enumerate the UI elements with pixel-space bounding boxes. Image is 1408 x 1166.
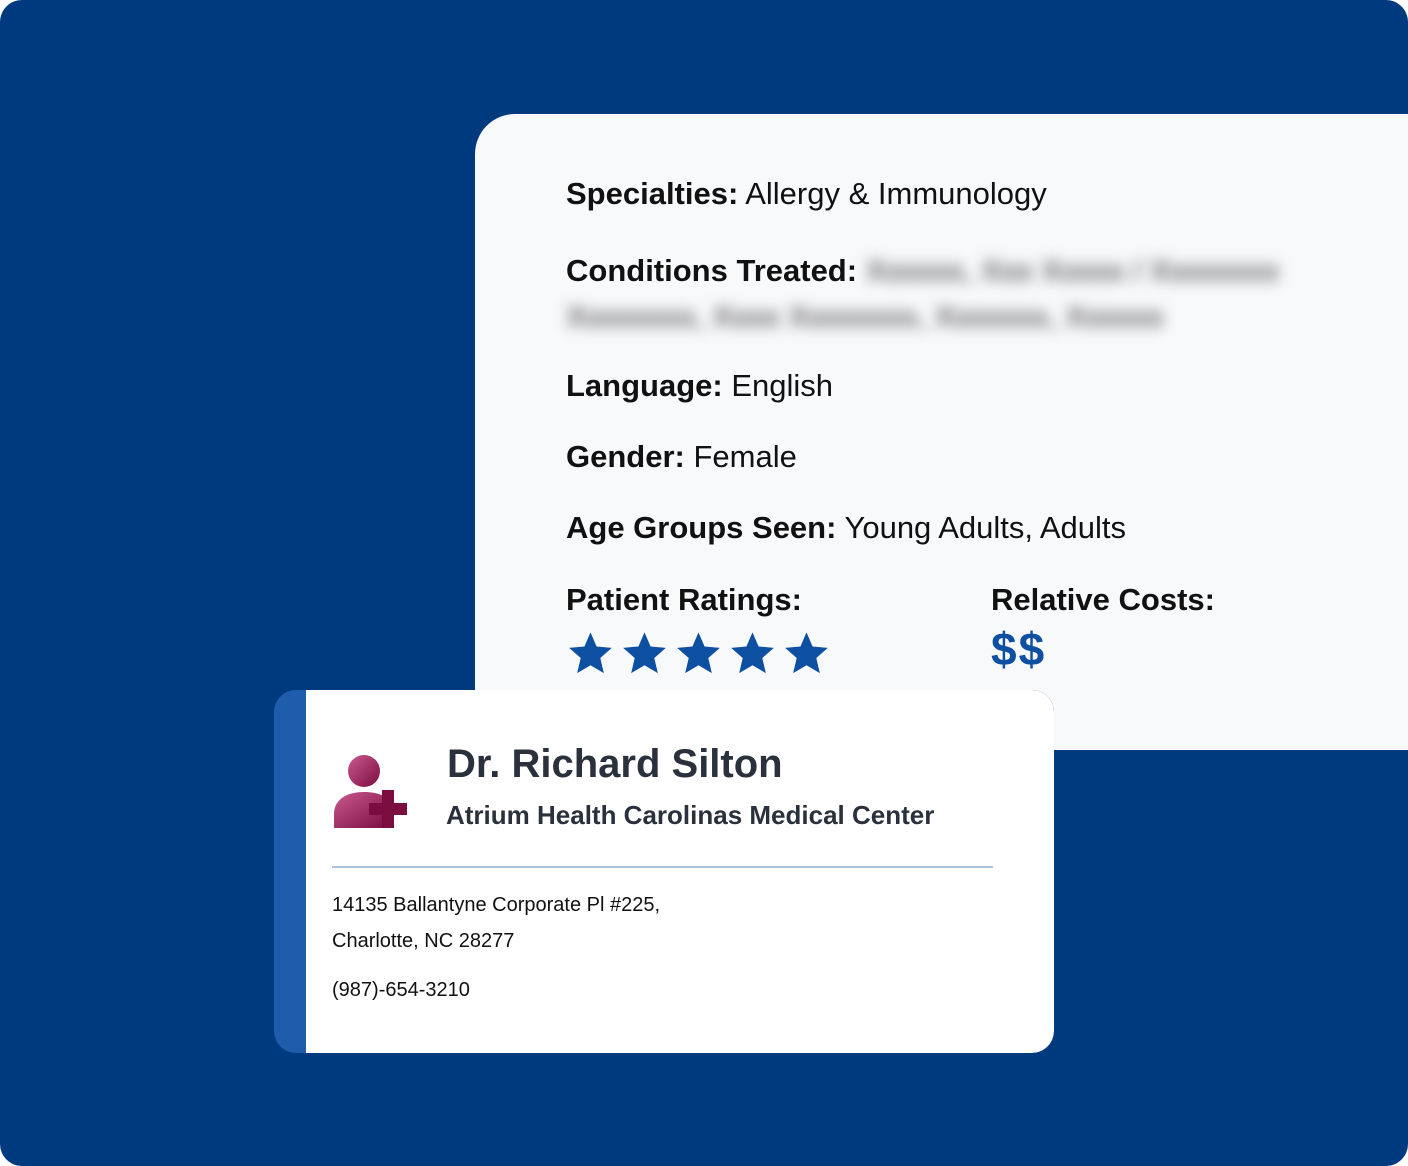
- patient-ratings-label: Patient Ratings:: [566, 582, 802, 617]
- phone-number[interactable]: (987)-654-3210: [332, 979, 470, 1002]
- provider-card[interactable]: Dr. Richard Silton Atrium Health Carolin…: [274, 690, 1054, 1053]
- specialties-label: Specialties:: [566, 176, 739, 211]
- relative-costs-label: Relative Costs:: [991, 582, 1215, 617]
- star-icon: [677, 632, 720, 674]
- doctor-name[interactable]: Dr. Richard Silton: [447, 742, 783, 787]
- conditions-row: Conditions Treated: Xxxxxx, Xxx Xxxxx / …: [566, 248, 1366, 340]
- language-row: Language: English: [566, 368, 833, 404]
- specialties-row: Specialties: Allergy & Immunology: [566, 176, 1047, 212]
- relative-costs: Relative Costs: $$: [991, 582, 1215, 676]
- gender-row: Gender: Female: [566, 439, 797, 475]
- doctor-add-icon: [334, 755, 407, 828]
- star-rating: [566, 630, 831, 677]
- specialties-value: Allergy & Immunology: [745, 176, 1047, 211]
- star-icon: [731, 632, 774, 674]
- relative-costs-value: $$: [991, 623, 1047, 675]
- facility-name: Atrium Health Carolinas Medical Center: [446, 800, 935, 830]
- address-line-2: Charlotte, NC 28277: [332, 930, 515, 952]
- provider-details-card: Specialties: Allergy & Immunology Condit…: [475, 114, 1408, 750]
- patient-ratings: Patient Ratings:: [566, 582, 831, 677]
- address-line-1: 14135 Ballantyne Corporate Pl #225,: [332, 894, 661, 916]
- star-icon: [623, 632, 666, 674]
- age-groups-label: Age Groups Seen:: [566, 510, 837, 545]
- divider: [332, 866, 993, 868]
- star-icon: [569, 632, 612, 674]
- conditions-label: Conditions Treated:: [566, 253, 858, 288]
- gender-value: Female: [693, 439, 797, 474]
- provider-card-body: Dr. Richard Silton Atrium Health Carolin…: [306, 690, 1054, 1053]
- background-frame: Specialties: Allergy & Immunology Condit…: [0, 0, 1408, 1166]
- language-value: English: [731, 368, 834, 403]
- age-groups-value: Young Adults, Adults: [844, 510, 1127, 545]
- star-icon: [785, 632, 828, 674]
- language-label: Language:: [566, 368, 723, 403]
- age-groups-row: Age Groups Seen: Young Adults, Adults: [566, 510, 1126, 546]
- gender-label: Gender:: [566, 439, 685, 474]
